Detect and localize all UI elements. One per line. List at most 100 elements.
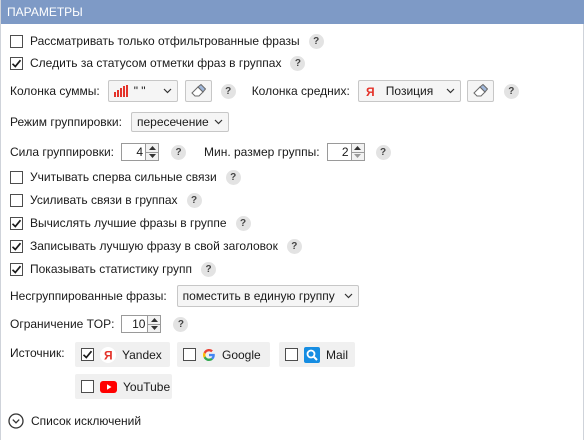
eraser-icon [473,84,489,97]
filtered-only-checkbox[interactable] [10,34,23,48]
help-icon[interactable]: ? [220,83,236,99]
write-best-label: Записывать лучшую фразу в свой заголовок [30,239,278,253]
grouping-mode-label: Режим группировки: [10,115,122,129]
top-limit-stepper[interactable]: 10 [121,315,162,333]
source-yandex-label: Yandex [122,347,162,362]
track-status-label: Следить за статусом отметки фраз в групп… [30,56,282,70]
strong-first-checkbox[interactable] [10,170,23,184]
caret-down-icon [150,326,158,331]
exclusions-row[interactable]: Список исключений [8,410,141,432]
top-limit-row: Ограничение TOP: 10 ? [10,313,189,335]
grouping-strength-label: Сила группировки: [10,145,115,159]
help-icon[interactable]: ? [186,192,202,208]
grouping-mode-value: пересечение [136,115,209,129]
show-stats-checkbox[interactable] [10,262,23,276]
chevron-down-icon [163,88,172,94]
help-icon[interactable]: ? [225,169,241,185]
sources-label: Источник: [10,346,65,360]
write-best-checkbox[interactable] [10,239,23,253]
caret-down-icon [354,154,362,159]
help-icon[interactable]: ? [375,144,391,160]
source-mail-label: Mail [326,347,349,362]
svg-text:Я: Я [366,85,375,98]
source-youtube-label: YouTube [123,379,171,394]
grouping-strength-stepper[interactable]: 4 [121,143,160,161]
caret-up-icon [150,317,158,322]
top-limit-value[interactable]: 10 [121,315,148,333]
help-icon[interactable]: ? [235,215,251,231]
help-icon[interactable]: ? [171,144,187,160]
help-icon[interactable]: ? [503,83,519,99]
filtered-only-label: Рассматривать только отфильтрованные фра… [30,34,300,48]
best-phrases-row[interactable]: Вычислять лучшие фразы в группе ? [10,212,251,234]
sum-column-value: " " [133,84,146,98]
grouping-strength-row: Сила группировки: 4 ? Мин. размер группы… [10,141,391,163]
panel-header: ПАРАМЕТРЫ [1,0,584,24]
svg-text:Я: Я [104,348,113,362]
show-stats-row[interactable]: Показывать статистику групп ? [10,258,217,280]
checkmark-icon [11,59,22,68]
grouping-strength-value[interactable]: 4 [121,143,146,161]
help-icon[interactable]: ? [308,33,324,49]
help-icon[interactable]: ? [286,238,302,254]
source-google[interactable]: Google [177,342,270,367]
source-yandex[interactable]: Я Yandex [75,342,170,367]
source-youtube[interactable]: YouTube [75,374,172,399]
sources-label-row: Источник: [10,342,65,364]
eraser-icon [191,84,207,97]
stepper-up-button[interactable] [351,144,364,152]
help-icon[interactable]: ? [290,55,306,71]
filtered-only-row[interactable]: Рассматривать только отфильтрованные фра… [10,30,324,52]
strong-first-label: Учитывать сперва сильные связи [30,170,217,184]
track-status-row[interactable]: Следить за статусом отметки фраз в групп… [10,52,306,74]
strengthen-checkbox[interactable] [10,193,23,207]
stepper-down-button[interactable] [146,151,159,160]
avg-column-clear-button[interactable] [466,80,494,102]
best-phrases-label: Вычислять лучшие фразы в группе [30,216,227,230]
expand-chevron-icon[interactable] [8,413,24,429]
caret-down-icon [148,154,156,159]
sum-column-dropdown[interactable]: " " [107,80,178,102]
grouping-mode-row: Режим группировки: пересечение [10,111,229,133]
ungrouped-value: поместить в единую группу [182,289,335,303]
track-status-checkbox[interactable] [10,56,23,70]
google-icon [202,348,216,362]
source-mail[interactable]: Mail [279,342,355,367]
show-stats-label: Показывать статистику групп [30,262,193,276]
min-group-size-label: Мин. размер группы: [204,145,320,159]
parameters-panel: ПАРАМЕТРЫ Рассматривать только отфильтро… [0,0,584,440]
write-best-row[interactable]: Записывать лучшую фразу в свой заголовок… [10,235,302,257]
avg-column-label: Колонка средних: [251,84,350,98]
chevron-down-icon [214,119,223,125]
checkmark-icon [82,350,93,359]
checkmark-icon [11,219,22,228]
grouping-mode-dropdown[interactable]: пересечение [130,112,229,132]
bar-chart-icon [113,85,128,97]
strong-first-row[interactable]: Учитывать сперва сильные связи ? [10,166,241,188]
chevron-down-icon [446,88,455,94]
caret-up-icon [148,145,156,150]
source-youtube-checkbox[interactable] [81,380,94,393]
best-phrases-checkbox[interactable] [10,216,23,230]
top-limit-label: Ограничение TOP: [10,317,115,331]
stepper-down-button[interactable] [351,151,364,160]
help-icon[interactable]: ? [173,316,189,332]
stepper-up-button[interactable] [148,316,161,324]
source-google-checkbox[interactable] [183,348,196,361]
min-group-size-stepper[interactable]: 2 [326,143,365,161]
chevron-down-icon [344,293,353,299]
ungrouped-row: Несгруппированные фразы: поместить в еди… [10,285,359,307]
ungrouped-dropdown[interactable]: поместить в единую группу [176,285,359,307]
source-mail-checkbox[interactable] [285,348,298,361]
strengthen-row[interactable]: Усиливать связи в группах ? [10,189,202,211]
source-yandex-checkbox[interactable] [81,348,94,361]
stepper-up-button[interactable] [146,144,159,152]
checkmark-icon [11,265,22,274]
help-icon[interactable]: ? [201,261,217,277]
stepper-down-button[interactable] [148,323,161,332]
sum-column-clear-button[interactable] [184,80,212,102]
exclusions-label: Список исключений [31,414,142,428]
ungrouped-label: Несгруппированные фразы: [10,289,167,303]
min-group-size-value[interactable]: 2 [326,143,351,161]
avg-column-dropdown[interactable]: Я Позиция [357,80,461,102]
